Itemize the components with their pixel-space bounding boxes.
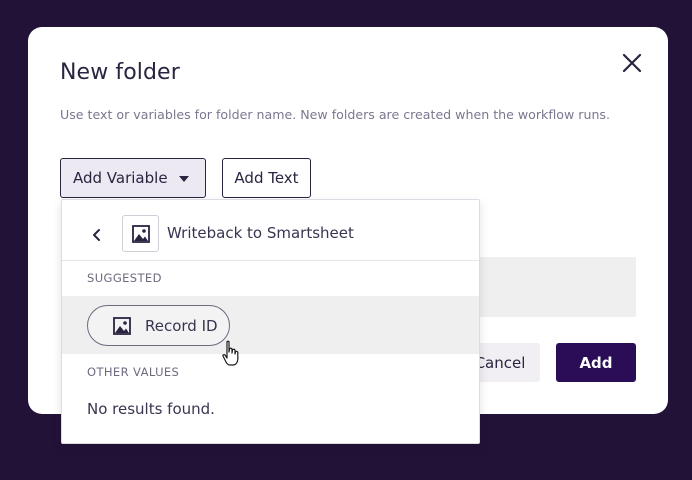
add-text-button[interactable]: Add Text [222,158,311,198]
add-variable-label: Add Variable [73,169,168,187]
hand-pointer-icon [221,340,241,368]
source-label: Writeback to Smartsheet [167,224,354,242]
list-item: Record ID [62,296,479,354]
add-text-label: Add Text [234,169,299,187]
empty-results-text: No results found. [87,400,215,418]
suggested-heading: SUGGESTED [87,271,162,285]
other-values-heading: OTHER VALUES [87,365,180,379]
chip-label: Record ID [145,316,218,335]
folder-name-field[interactable] [468,257,636,317]
image-icon [112,316,132,336]
record-id-chip[interactable]: Record ID [87,305,230,346]
add-variable-button[interactable]: Add Variable [60,158,206,198]
add-button[interactable]: Add [556,343,636,382]
variable-dropdown: Writeback to Smartsheet SUGGESTED Record… [61,199,480,444]
dialog-title: New folder [60,60,180,85]
add-label: Add [579,353,613,372]
close-icon[interactable] [620,51,644,75]
dropdown-divider [62,260,479,261]
cancel-label: Cancel [474,353,526,372]
dialog-description: Use text or variables for folder name. N… [60,107,610,122]
image-icon [122,215,159,252]
chevron-left-icon[interactable] [86,224,108,246]
caret-down-icon [179,176,189,182]
